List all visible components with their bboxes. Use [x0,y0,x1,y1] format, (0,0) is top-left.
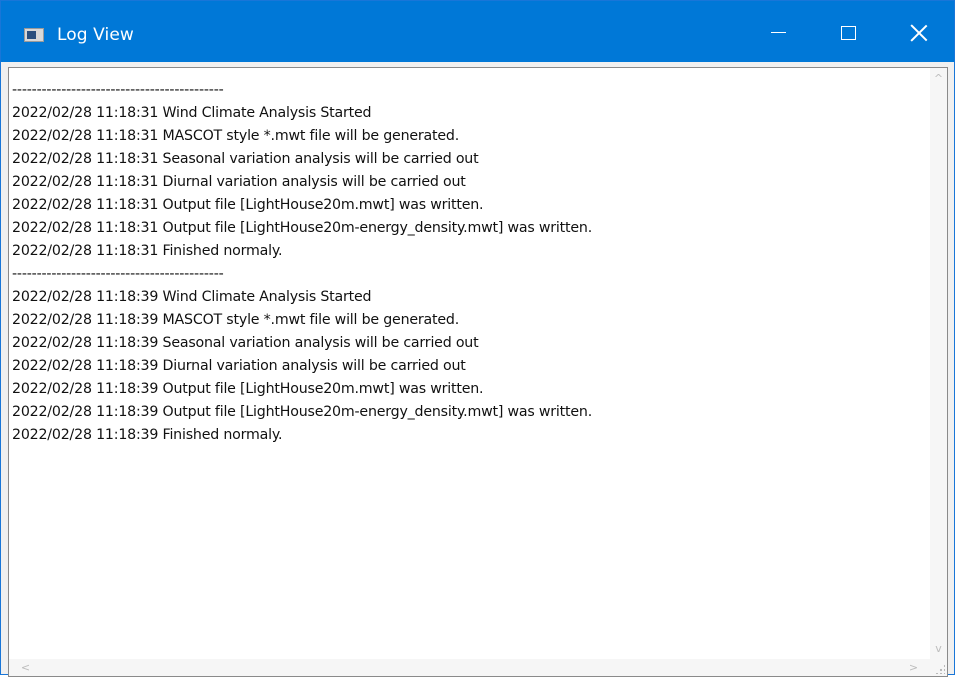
log-line: 2022/02/28 11:18:31 MASCOT style *.mwt f… [12,128,460,144]
vertical-scrollbar[interactable]: ^ v [930,68,947,659]
log-line: 2022/02/28 11:18:39 Output file [LightHo… [12,381,484,397]
close-button[interactable] [884,1,954,62]
minimize-button[interactable] [743,1,813,62]
scroll-right-icon[interactable]: > [905,659,922,676]
scroll-down-icon[interactable]: v [930,640,947,657]
title-bar[interactable]: Log View [1,1,954,62]
window-title: Log View [57,25,134,45]
resize-corner[interactable] [930,659,947,676]
log-line: 2022/02/28 11:18:31 Finished normaly. [12,243,283,259]
app-window-icon [24,28,44,42]
log-line: ----------------------------------------… [12,82,224,98]
log-line: 2022/02/28 11:18:31 Output file [LightHo… [12,197,484,213]
window-client-area: ----------------------------------------… [8,62,948,677]
log-line: 2022/02/28 11:18:39 Output file [LightHo… [12,404,593,420]
log-text-area[interactable]: ----------------------------------------… [8,67,948,677]
log-line: 2022/02/28 11:18:31 Output file [LightHo… [12,220,593,236]
log-line: 2022/02/28 11:18:39 Finished normaly. [12,427,283,443]
maximize-button[interactable] [813,1,883,62]
close-icon [910,24,928,42]
log-line: ----------------------------------------… [12,266,224,282]
resize-grip-icon[interactable] [935,664,945,674]
minimize-icon [770,32,786,33]
log-line: 2022/02/28 11:18:39 Diurnal variation an… [12,358,466,374]
log-line: 2022/02/28 11:18:31 Seasonal variation a… [12,151,479,167]
log-line: 2022/02/28 11:18:39 MASCOT style *.mwt f… [12,312,460,328]
log-line: 2022/02/28 11:18:39 Wind Climate Analysi… [12,289,372,305]
maximize-icon [840,25,856,40]
scroll-up-icon[interactable]: ^ [930,70,947,87]
horizontal-scrollbar[interactable]: < > [9,659,930,676]
log-content[interactable]: ----------------------------------------… [12,79,918,447]
log-view-window: Log View -------------------------------… [0,0,955,677]
log-line: 2022/02/28 11:18:31 Diurnal variation an… [12,174,466,190]
log-line: 2022/02/28 11:18:39 Seasonal variation a… [12,335,479,351]
scroll-left-icon[interactable]: < [17,659,34,676]
log-line: 2022/02/28 11:18:31 Wind Climate Analysi… [12,105,372,121]
